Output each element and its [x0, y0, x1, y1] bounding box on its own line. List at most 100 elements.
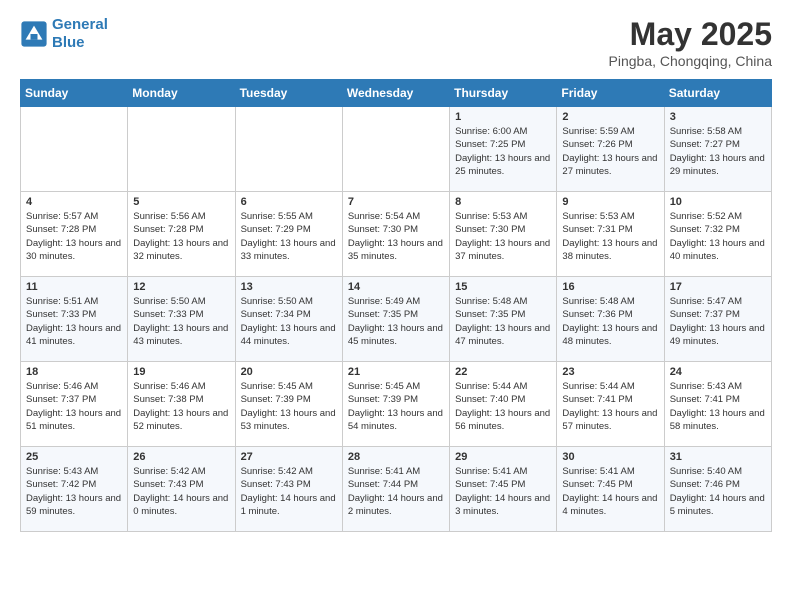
day-info: Sunrise: 5:43 AMSunset: 7:41 PMDaylight:…: [670, 380, 766, 433]
day-number: 4: [26, 196, 122, 208]
day-number: 18: [26, 366, 122, 378]
weekday-header-friday: Friday: [557, 80, 664, 107]
day-number: 8: [455, 196, 551, 208]
day-info: Sunrise: 5:40 AMSunset: 7:46 PMDaylight:…: [670, 465, 766, 518]
calendar-cell: 15 Sunrise: 5:48 AMSunset: 7:35 PMDayligh…: [450, 277, 557, 362]
calendar-cell: 6Sunrise: 5:55 AMSunset: 7:29 PMDaylight…: [235, 192, 342, 277]
calendar-table: SundayMondayTuesdayWednesdayThursdayFrid…: [20, 79, 772, 532]
calendar-cell: [235, 107, 342, 192]
logo-text: General Blue: [52, 16, 108, 52]
calendar-cell: 27 Sunrise: 5:42 AMSunset: 7:43 PMDayligh…: [235, 447, 342, 532]
week-row-1: 1 Sunrise: 6:00 AMSunset: 7:25 PMDaylight…: [21, 107, 772, 192]
day-info: Sunrise: 5:54 AMSunset: 7:30 PMDaylight:…: [348, 210, 444, 263]
page-header: General Blue May 2025 Pingba, Chongqing,…: [20, 16, 772, 69]
day-info: Sunrise: 5:41 AMSunset: 7:45 PMDaylight:…: [562, 465, 658, 518]
day-info: Sunrise: 5:53 AMSunset: 7:31 PMDaylight:…: [562, 210, 658, 263]
weekday-header-tuesday: Tuesday: [235, 80, 342, 107]
weekday-header-thursday: Thursday: [450, 80, 557, 107]
day-number: 15: [455, 281, 551, 293]
day-info: Sunrise: 5:43 AMSunset: 7:42 PMDaylight:…: [26, 465, 122, 518]
calendar-cell: 9 Sunrise: 5:53 AMSunset: 7:31 PMDaylight…: [557, 192, 664, 277]
calendar-cell: 18 Sunrise: 5:46 AMSunset: 7:37 PMDayligh…: [21, 362, 128, 447]
day-number: 14: [348, 281, 444, 293]
calendar-cell: 2 Sunrise: 5:59 AMSunset: 7:26 PMDaylight…: [557, 107, 664, 192]
day-number: 21: [348, 366, 444, 378]
day-number: 17: [670, 281, 766, 293]
week-row-4: 18 Sunrise: 5:46 AMSunset: 7:37 PMDayligh…: [21, 362, 772, 447]
day-info: Sunrise: 5:49 AMSunset: 7:35 PMDaylight:…: [348, 295, 444, 348]
title-block: May 2025 Pingba, Chongqing, China: [609, 16, 772, 69]
day-info: Sunrise: 5:50 AMSunset: 7:34 PMDaylight:…: [241, 295, 337, 348]
calendar-cell: 24 Sunrise: 5:43 AMSunset: 7:41 PMDayligh…: [664, 362, 771, 447]
calendar-cell: 17Sunrise: 5:47 AMSunset: 7:37 PMDayligh…: [664, 277, 771, 362]
day-info: Sunrise: 5:48 AMSunset: 7:36 PMDaylight:…: [562, 295, 658, 348]
calendar-cell: [128, 107, 235, 192]
day-info: Sunrise: 5:56 AMSunset: 7:28 PMDaylight:…: [133, 210, 229, 263]
calendar-cell: 16Sunrise: 5:48 AMSunset: 7:36 PMDayligh…: [557, 277, 664, 362]
day-info: Sunrise: 5:53 AMSunset: 7:30 PMDaylight:…: [455, 210, 551, 263]
day-info: Sunrise: 5:42 AMSunset: 7:43 PMDaylight:…: [241, 465, 337, 518]
day-info: Sunrise: 5:44 AMSunset: 7:40 PMDaylight:…: [455, 380, 551, 433]
calendar-cell: 10 Sunrise: 5:52 AMSunset: 7:32 PMDayligh…: [664, 192, 771, 277]
calendar-cell: 26 Sunrise: 5:42 AMSunset: 7:43 PMDayligh…: [128, 447, 235, 532]
day-number: 11: [26, 281, 122, 293]
logo-icon: [20, 20, 48, 48]
calendar-cell: 14 Sunrise: 5:49 AMSunset: 7:35 PMDayligh…: [342, 277, 449, 362]
day-info: Sunrise: 5:59 AMSunset: 7:26 PMDaylight:…: [562, 125, 658, 178]
day-info: Sunrise: 5:42 AMSunset: 7:43 PMDaylight:…: [133, 465, 229, 518]
day-number: 27: [241, 451, 337, 463]
weekday-header-sunday: Sunday: [21, 80, 128, 107]
day-number: 3: [670, 111, 766, 123]
calendar-cell: 7 Sunrise: 5:54 AMSunset: 7:30 PMDaylight…: [342, 192, 449, 277]
week-row-3: 11Sunrise: 5:51 AMSunset: 7:33 PMDayligh…: [21, 277, 772, 362]
calendar-cell: 29 Sunrise: 5:41 AMSunset: 7:45 PMDayligh…: [450, 447, 557, 532]
week-row-5: 25 Sunrise: 5:43 AMSunset: 7:42 PMDayligh…: [21, 447, 772, 532]
logo-line1: General: [52, 16, 108, 33]
day-number: 31: [670, 451, 766, 463]
location-subtitle: Pingba, Chongqing, China: [609, 53, 772, 69]
day-number: 19: [133, 366, 229, 378]
day-number: 6: [241, 196, 337, 208]
calendar-cell: 22Sunrise: 5:44 AMSunset: 7:40 PMDayligh…: [450, 362, 557, 447]
day-number: 25: [26, 451, 122, 463]
calendar-cell: 28Sunrise: 5:41 AMSunset: 7:44 PMDayligh…: [342, 447, 449, 532]
logo-line2: Blue: [52, 34, 85, 51]
calendar-cell: 3 Sunrise: 5:58 AMSunset: 7:27 PMDaylight…: [664, 107, 771, 192]
day-info: Sunrise: 5:48 AMSunset: 7:35 PMDaylight:…: [455, 295, 551, 348]
calendar-cell: 4 Sunrise: 5:57 AMSunset: 7:28 PMDaylight…: [21, 192, 128, 277]
day-number: 30: [562, 451, 658, 463]
day-number: 12: [133, 281, 229, 293]
day-info: Sunrise: 5:50 AMSunset: 7:33 PMDaylight:…: [133, 295, 229, 348]
day-number: 7: [348, 196, 444, 208]
logo: General Blue: [20, 16, 108, 52]
day-info: Sunrise: 5:58 AMSunset: 7:27 PMDaylight:…: [670, 125, 766, 178]
calendar-cell: 31 Sunrise: 5:40 AMSunset: 7:46 PMDayligh…: [664, 447, 771, 532]
calendar-cell: [21, 107, 128, 192]
day-number: 9: [562, 196, 658, 208]
day-number: 5: [133, 196, 229, 208]
weekday-header-row: SundayMondayTuesdayWednesdayThursdayFrid…: [21, 80, 772, 107]
day-info: Sunrise: 6:00 AMSunset: 7:25 PMDaylight:…: [455, 125, 551, 178]
calendar-cell: 23Sunrise: 5:44 AMSunset: 7:41 PMDayligh…: [557, 362, 664, 447]
day-number: 2: [562, 111, 658, 123]
calendar-cell: 11Sunrise: 5:51 AMSunset: 7:33 PMDayligh…: [21, 277, 128, 362]
day-info: Sunrise: 5:44 AMSunset: 7:41 PMDaylight:…: [562, 380, 658, 433]
day-number: 24: [670, 366, 766, 378]
calendar-cell: 25 Sunrise: 5:43 AMSunset: 7:42 PMDayligh…: [21, 447, 128, 532]
day-number: 1: [455, 111, 551, 123]
calendar-cell: 30 Sunrise: 5:41 AMSunset: 7:45 PMDayligh…: [557, 447, 664, 532]
month-title: May 2025: [609, 16, 772, 53]
day-number: 10: [670, 196, 766, 208]
day-info: Sunrise: 5:45 AMSunset: 7:39 PMDaylight:…: [348, 380, 444, 433]
calendar-cell: 20Sunrise: 5:45 AMSunset: 7:39 PMDayligh…: [235, 362, 342, 447]
day-info: Sunrise: 5:52 AMSunset: 7:32 PMDaylight:…: [670, 210, 766, 263]
calendar-cell: 5 Sunrise: 5:56 AMSunset: 7:28 PMDaylight…: [128, 192, 235, 277]
day-info: Sunrise: 5:57 AMSunset: 7:28 PMDaylight:…: [26, 210, 122, 263]
weekday-header-saturday: Saturday: [664, 80, 771, 107]
calendar-cell: 13Sunrise: 5:50 AMSunset: 7:34 PMDayligh…: [235, 277, 342, 362]
day-info: Sunrise: 5:46 AMSunset: 7:37 PMDaylight:…: [26, 380, 122, 433]
calendar-cell: 19Sunrise: 5:46 AMSunset: 7:38 PMDayligh…: [128, 362, 235, 447]
day-number: 29: [455, 451, 551, 463]
day-number: 26: [133, 451, 229, 463]
day-info: Sunrise: 5:41 AMSunset: 7:45 PMDaylight:…: [455, 465, 551, 518]
